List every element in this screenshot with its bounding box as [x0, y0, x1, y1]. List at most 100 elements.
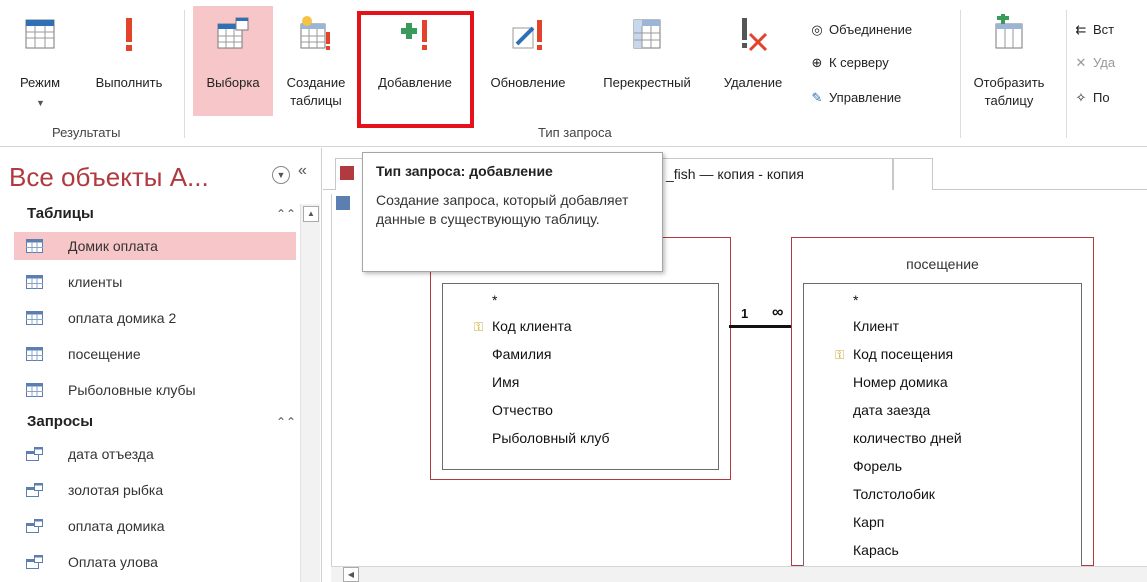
delete-query-button[interactable]: Удаление — [710, 6, 796, 116]
query-icon — [26, 555, 43, 569]
nav-scrollbar[interactable]: ▲ — [300, 204, 320, 582]
make-table-label-line2: таблицы — [290, 93, 342, 108]
field-item[interactable]: Карп — [853, 514, 884, 530]
table-icon — [26, 347, 43, 361]
ribbon: Режим ▼ Выполнить Результаты Выборка Соз… — [0, 0, 1147, 147]
nav-item-query[interactable]: оплата домика — [14, 512, 296, 540]
globe-icon: ⊕ — [811, 55, 823, 70]
field-list-table[interactable]: посещение * Клиент ⚿ Код посещения Номер … — [791, 237, 1094, 573]
nav-item-table[interactable]: клиенты — [14, 268, 296, 296]
field-item[interactable]: количество дней — [853, 430, 962, 446]
table-icon — [26, 239, 43, 253]
field-item[interactable]: ⚿ Код клиента — [474, 318, 572, 335]
primary-key-icon: ⚿ — [474, 320, 484, 334]
field-item[interactable]: * — [492, 292, 497, 308]
field-item-label: Код клиента — [492, 318, 572, 334]
tooltip: Тип запроса: добавление Создание запроса… — [362, 152, 663, 272]
table-icon — [26, 311, 43, 325]
access-object-icon — [340, 166, 354, 180]
field-item[interactable]: Рыболовный клуб — [492, 430, 610, 446]
scroll-up-icon[interactable]: ▲ — [303, 206, 319, 222]
nav-item-table[interactable]: посещение — [14, 340, 296, 368]
field-list[interactable]: * ⚿ Код клиента Фамилия Имя Отчество Рыбо… — [442, 283, 719, 470]
field-item[interactable]: * — [853, 292, 858, 308]
union-label: Объединение — [829, 22, 913, 37]
make-table-label-line1: Создание — [286, 75, 346, 90]
make-table-icon — [300, 16, 330, 50]
field-item[interactable]: Клиент — [853, 318, 899, 334]
delete-rows-icon: ✕ — [1075, 55, 1087, 70]
update-button[interactable]: Обновление — [472, 6, 584, 116]
run-button[interactable]: Выполнить — [80, 6, 178, 116]
view-icon — [25, 19, 55, 49]
field-item[interactable]: Имя — [492, 374, 519, 390]
data-definition-button[interactable]: ✎ Управление — [808, 90, 902, 112]
show-table-label-line2: таблицу — [984, 93, 1034, 108]
nav-item-label: золотая рыбка — [68, 482, 164, 498]
nav-pane-title[interactable]: Все объекты A... — [9, 162, 209, 193]
select-query-button[interactable]: Выборка — [193, 6, 273, 116]
field-item[interactable]: ⚿ Код посещения — [835, 346, 953, 363]
group-separator — [960, 10, 961, 138]
field-item[interactable]: Номер домика — [853, 374, 948, 390]
horizontal-scrollbar[interactable]: ◀ — [331, 566, 1147, 582]
document-tab[interactable]: _fish — копия - копия — [657, 158, 893, 190]
field-list[interactable]: * Клиент ⚿ Код посещения Номер домика дат… — [803, 283, 1082, 573]
nav-item-table[interactable]: Рыболовные клубы — [14, 376, 296, 404]
nav-item-table[interactable]: оплата домика 2 — [14, 304, 296, 332]
nav-item-table[interactable]: Домик оплата — [14, 232, 296, 260]
nav-menu-dropdown-icon[interactable]: ▼ — [272, 166, 290, 184]
field-item[interactable]: дата заезда — [853, 402, 930, 418]
update-icon — [512, 20, 542, 50]
field-item[interactable]: Фамилия — [492, 346, 551, 362]
field-item[interactable]: Карась — [853, 542, 899, 558]
tooltip-body: Создание запроса, который добавляет данн… — [376, 192, 629, 227]
pass-through-label: К серверу — [829, 55, 889, 70]
select-query-label: Выборка — [206, 75, 260, 90]
scroll-left-icon[interactable]: ◀ — [343, 567, 359, 582]
show-table-label: Отобразить таблицу — [966, 74, 1052, 110]
nav-item-label: клиенты — [68, 274, 123, 290]
query-icon — [26, 519, 43, 533]
tooltip-title: Тип запроса: добавление — [376, 163, 553, 179]
nav-item-query[interactable]: Оплата улова — [14, 548, 296, 576]
collapse-pane-icon[interactable]: « — [298, 162, 307, 180]
query-icon — [26, 447, 43, 461]
group-label-query-type: Тип запроса — [538, 125, 612, 140]
make-table-button[interactable]: Создание таблицы — [274, 6, 358, 116]
relationship-one-label: 1 — [741, 306, 749, 321]
group-label-results: Результаты — [52, 125, 121, 140]
nav-item-label: оплата домика — [68, 518, 165, 534]
field-list-table[interactable]: * ⚿ Код клиента Фамилия Имя Отчество Рыбо… — [430, 237, 731, 480]
document-tab-icon-stub[interactable] — [335, 158, 363, 190]
section-queries-label: Запросы — [27, 413, 94, 430]
nav-item-query[interactable]: золотая рыбка — [14, 476, 296, 504]
section-tables[interactable]: Таблицы ⌃⌃ — [0, 202, 300, 226]
field-item[interactable]: Форель — [853, 458, 902, 474]
nav-item-label: дата отъезда — [68, 446, 154, 462]
section-queries[interactable]: Запросы ⌃⌃ — [0, 410, 300, 434]
builder-button[interactable]: ✧ По — [1072, 90, 1110, 112]
relationship-line[interactable] — [729, 325, 797, 328]
pass-through-button[interactable]: ⊕ К серверу — [808, 55, 889, 77]
crosstab-icon — [633, 19, 661, 49]
builder-icon: ✧ — [1075, 90, 1087, 105]
document-tab-empty[interactable] — [893, 158, 933, 190]
crosstab-button[interactable]: Перекрестный — [584, 6, 710, 116]
collapse-section-icon[interactable]: ⌃⌃ — [276, 410, 296, 434]
show-table-button[interactable]: Отобразить таблицу — [966, 6, 1052, 116]
union-button[interactable]: ◎ Объединение — [808, 22, 912, 44]
select-query-icon — [217, 17, 249, 49]
nav-item-label: Рыболовные клубы — [68, 382, 196, 398]
insert-rows-button[interactable]: ⇇ Вст — [1072, 22, 1115, 44]
nav-item-query[interactable]: дата отъезда — [14, 440, 296, 468]
delete-rows-button[interactable]: ✕ Уда — [1072, 55, 1116, 77]
field-item[interactable]: Толстолобик — [853, 486, 935, 502]
view-button[interactable]: Режим ▼ — [0, 6, 80, 116]
run-icon — [126, 18, 132, 51]
field-item[interactable]: Отчество — [492, 402, 553, 418]
data-definition-icon: ✎ — [811, 90, 823, 105]
view-button-label: Режим — [19, 75, 61, 90]
primary-key-icon: ⚿ — [835, 348, 845, 362]
collapse-section-icon[interactable]: ⌃⌃ — [276, 202, 296, 226]
